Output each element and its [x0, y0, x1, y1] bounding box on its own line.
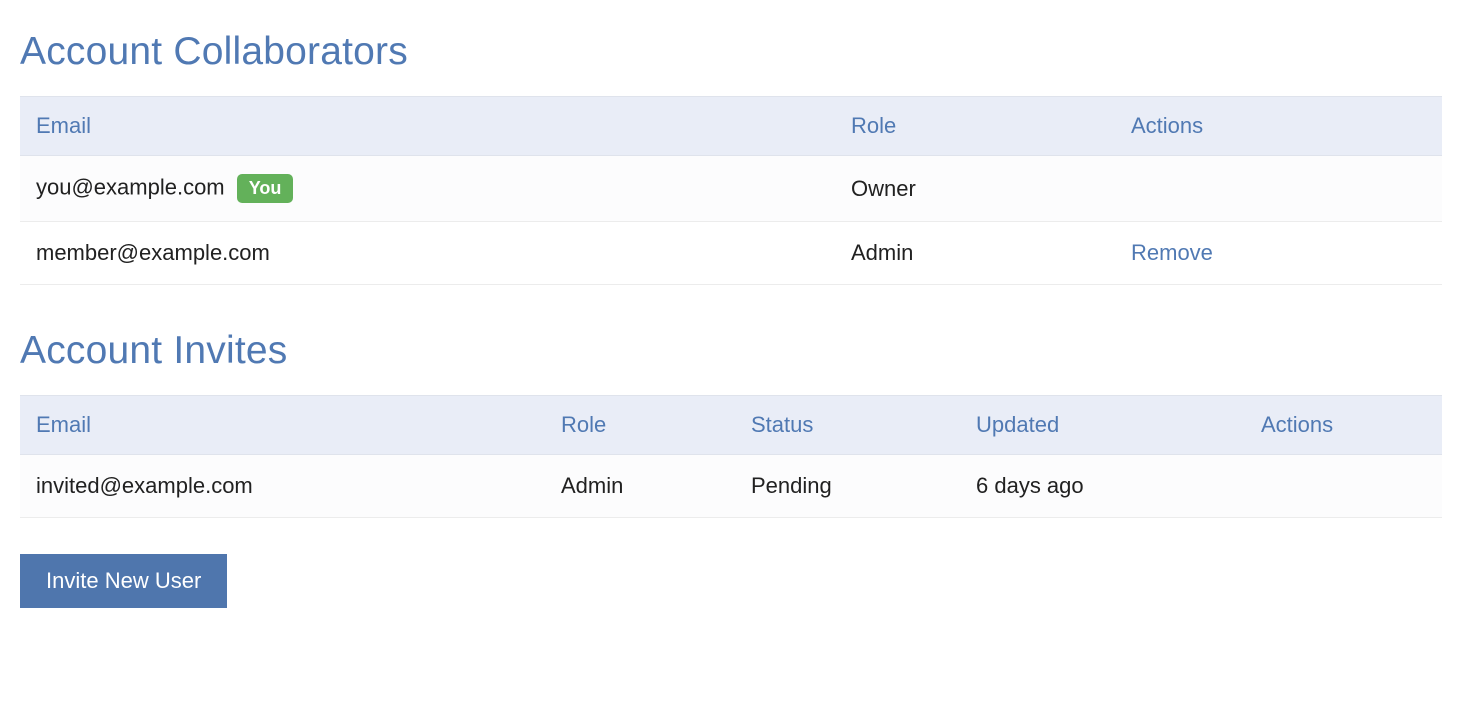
collab-email-cell: you@example.com: [36, 174, 225, 199]
remove-link[interactable]: Remove: [1131, 240, 1213, 265]
collab-email-cell: member@example.com: [20, 222, 835, 285]
collaborators-heading: Account Collaborators: [20, 30, 1442, 74]
invite-new-user-button[interactable]: Invite New User: [20, 554, 227, 608]
collaborators-table: Email Role Actions you@example.com You O…: [20, 96, 1442, 285]
table-row: member@example.com Admin Remove: [20, 222, 1442, 285]
invites-heading: Account Invites: [20, 329, 1442, 373]
inv-header-updated: Updated: [960, 396, 1245, 455]
inv-header-status: Status: [735, 396, 960, 455]
collab-action-cell: [1115, 156, 1442, 222]
inv-updated-cell: 6 days ago: [960, 455, 1245, 518]
inv-header-role: Role: [545, 396, 735, 455]
table-row: invited@example.com Admin Pending 6 days…: [20, 455, 1442, 518]
collab-header-role: Role: [835, 97, 1115, 156]
you-badge: You: [237, 174, 294, 203]
inv-email-cell: invited@example.com: [20, 455, 545, 518]
collab-role-cell: Owner: [835, 156, 1115, 222]
collab-role-cell: Admin: [835, 222, 1115, 285]
collab-header-actions: Actions: [1115, 97, 1442, 156]
inv-header-email: Email: [20, 396, 545, 455]
inv-role-cell: Admin: [545, 455, 735, 518]
inv-action-cell: [1245, 455, 1442, 518]
inv-status-cell: Pending: [735, 455, 960, 518]
collab-header-email: Email: [20, 97, 835, 156]
invites-table: Email Role Status Updated Actions invite…: [20, 395, 1442, 518]
inv-header-actions: Actions: [1245, 396, 1442, 455]
table-row: you@example.com You Owner: [20, 156, 1442, 222]
